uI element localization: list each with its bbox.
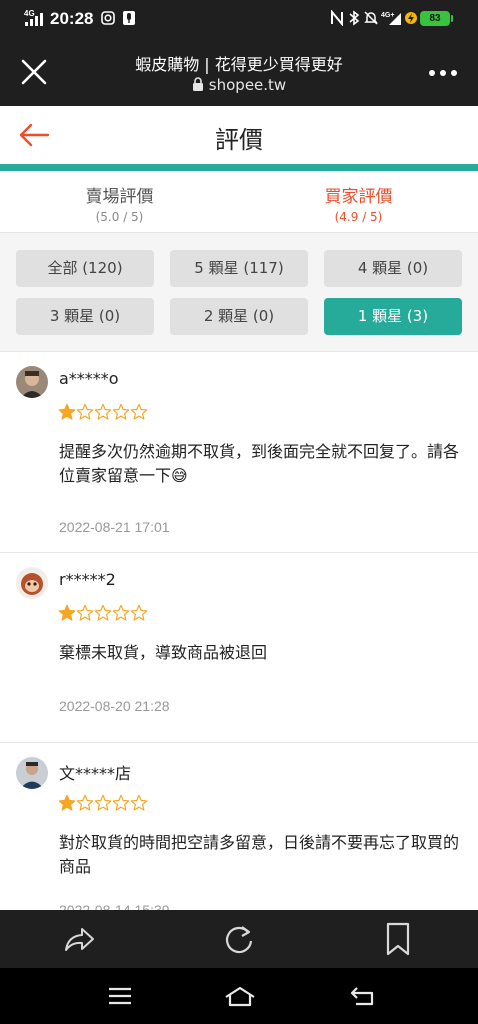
review-comment: 提醒多次仍然逾期不取貨，到後面完全就不回复了。請各位賣家留意一下😅 bbox=[59, 442, 460, 485]
review-item: 文*****店 對於取貨的時間把空請多留意，日後請不要再忘了取買的商品 2022… bbox=[0, 743, 478, 910]
browser-url: shopee.tw bbox=[90, 76, 388, 94]
page-title: 評價 bbox=[215, 126, 263, 154]
reviewer-name: 文*****店 bbox=[59, 764, 132, 783]
star-rating bbox=[58, 604, 148, 622]
status-bar: 4G 20:28 4G+ 83 bbox=[0, 0, 478, 38]
review-date: 2022-08-20 21:28 bbox=[59, 698, 170, 714]
review-tabs: 賣場評價 (5.0 / 5) 買家評價 (4.9 / 5) bbox=[0, 171, 478, 233]
filter-2-stars[interactable]: 2 顆星 (0) bbox=[170, 298, 308, 335]
accent-divider bbox=[0, 164, 478, 171]
filter-4-stars[interactable]: 4 顆星 (0) bbox=[324, 250, 462, 287]
tab-score: (5.0 / 5) bbox=[95, 210, 144, 224]
browser-toolbar bbox=[0, 910, 478, 968]
app-header: 評價 bbox=[0, 106, 478, 164]
star-empty-icon bbox=[112, 794, 130, 811]
star-empty-icon bbox=[130, 794, 148, 811]
lock-icon bbox=[192, 77, 203, 91]
refresh-icon[interactable] bbox=[222, 922, 256, 956]
mobile-signal-icon: 4G+ bbox=[381, 12, 401, 25]
star-empty-icon bbox=[112, 604, 130, 621]
network-type-label: 4G bbox=[24, 9, 35, 18]
filter-3-stars[interactable]: 3 顆星 (0) bbox=[16, 298, 154, 335]
home-icon[interactable] bbox=[224, 984, 256, 1008]
menu-icon[interactable] bbox=[107, 984, 133, 1008]
tab-buyer-reviews[interactable]: 買家評價 (4.9 / 5) bbox=[239, 171, 478, 232]
star-empty-icon bbox=[94, 794, 112, 811]
filter-all[interactable]: 全部 (120) bbox=[16, 250, 154, 287]
star-empty-icon bbox=[76, 403, 94, 420]
star-empty-icon bbox=[76, 794, 94, 811]
reviewer-name: r*****2 bbox=[59, 570, 116, 589]
star-empty-icon bbox=[130, 403, 148, 420]
bluetooth-icon bbox=[349, 10, 360, 26]
tab-label: 買家評價 bbox=[324, 187, 393, 207]
review-date: 2022-08-21 17:01 bbox=[59, 519, 170, 535]
share-icon[interactable] bbox=[62, 922, 96, 956]
star-rating bbox=[58, 794, 148, 812]
review-comment: 對於取貨的時間把空請多留意，日後請不要再忘了取買的商品 bbox=[59, 833, 460, 876]
star-filled-icon bbox=[58, 794, 76, 811]
network-type-label-right: 4G+ bbox=[381, 12, 394, 19]
star-filled-icon bbox=[58, 604, 76, 621]
system-nav-bar bbox=[0, 968, 478, 1024]
star-empty-icon bbox=[94, 403, 112, 420]
filter-5-stars[interactable]: 5 顆星 (117) bbox=[170, 250, 308, 287]
browser-title: 蝦皮購物 | 花得更少買得更好 bbox=[135, 55, 343, 74]
filter-1-star[interactable]: 1 顆星 (3) bbox=[324, 298, 462, 335]
nfc-icon bbox=[331, 10, 343, 26]
bookmark-icon[interactable] bbox=[381, 922, 415, 956]
avatar bbox=[16, 757, 48, 789]
close-icon[interactable] bbox=[20, 58, 48, 86]
battery-indicator: 83 bbox=[420, 11, 453, 26]
mute-icon bbox=[364, 11, 378, 25]
reviewer-name: a*****o bbox=[59, 369, 119, 388]
rating-filter-panel: 全部 (120) 5 顆星 (117) 4 顆星 (0) 3 顆星 (0) 2 … bbox=[0, 233, 478, 352]
signal-icon: 4G bbox=[24, 9, 43, 26]
voice-recorder-icon bbox=[123, 11, 135, 25]
star-empty-icon bbox=[94, 604, 112, 621]
charging-icon bbox=[405, 12, 417, 24]
avatar bbox=[16, 366, 48, 398]
star-empty-icon bbox=[112, 403, 130, 420]
tab-label: 賣場評價 bbox=[85, 187, 154, 207]
star-filled-icon bbox=[58, 403, 76, 420]
instagram-icon bbox=[101, 11, 115, 25]
url-text: shopee.tw bbox=[208, 76, 287, 94]
back-arrow-icon[interactable] bbox=[18, 122, 50, 148]
avatar bbox=[16, 567, 48, 599]
review-comment: 棄標未取貨，導致商品被退回 bbox=[59, 643, 268, 662]
back-nav-icon[interactable] bbox=[350, 984, 376, 1008]
tab-score: (4.9 / 5) bbox=[334, 210, 383, 224]
review-item: r*****2 棄標未取貨，導致商品被退回 2022-08-20 21:28 bbox=[0, 553, 478, 743]
tab-shop-reviews[interactable]: 賣場評價 (5.0 / 5) bbox=[0, 171, 239, 232]
review-item: a*****o 提醒多次仍然逾期不取貨，到後面完全就不回复了。請各位賣家留意一下… bbox=[0, 352, 478, 553]
review-date: 2022-08-14 15:39 bbox=[59, 902, 170, 910]
clock: 20:28 bbox=[50, 9, 94, 28]
star-rating bbox=[58, 403, 148, 421]
review-list[interactable]: a*****o 提醒多次仍然逾期不取貨，到後面完全就不回复了。請各位賣家留意一下… bbox=[0, 352, 478, 910]
star-empty-icon bbox=[130, 604, 148, 621]
more-options-icon[interactable] bbox=[428, 68, 458, 78]
star-empty-icon bbox=[76, 604, 94, 621]
browser-header: 蝦皮購物 | 花得更少買得更好 shopee.tw bbox=[0, 38, 478, 106]
